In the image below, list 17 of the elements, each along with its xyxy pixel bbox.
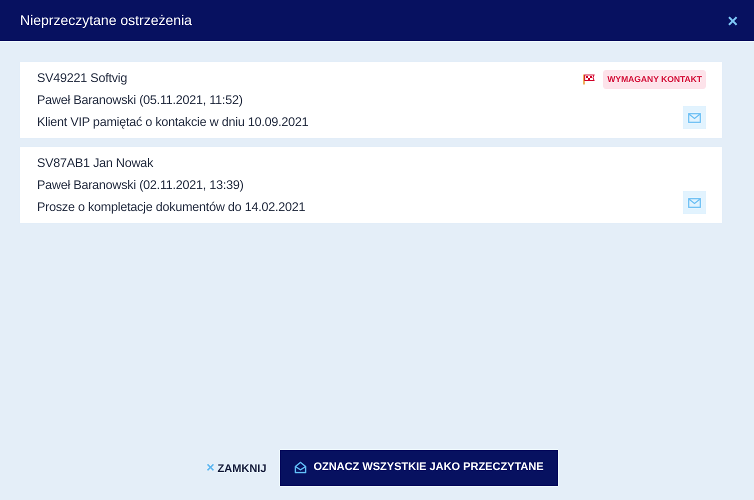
envelope-open-icon [294,461,308,474]
alert-title: SV49221 Softvig [37,70,128,87]
flag-icon [583,74,596,85]
alert-message: Prosze o kompletacje dokumentów do 14.02.2021 [37,199,306,216]
mail-button[interactable] [683,191,706,214]
mark-all-read-button[interactable]: OZNACZ WSZYSTKIE JAKO PRZECZYTANE [280,450,558,486]
alert-message: Klient VIP pamiętać o kontakcie w dniu 10.09.2021 [37,114,308,131]
window-title: Nieprzeczytane ostrzeżenia [20,11,192,30]
envelope-icon [688,112,701,122]
mail-button[interactable] [683,106,706,129]
close-button[interactable]: × [725,12,740,30]
alert-author: Paweł Baranowski (05.11.2021, 11:52) [37,92,244,109]
contact-required-tag: WYMAGANY KONTAKT [603,70,706,89]
close-button[interactable]: × ZAMKNIJ [196,449,276,486]
envelope-icon [688,198,701,208]
alert-title: SV87AB1 Jan Nowak [37,155,154,172]
alert-author: Paweł Baranowski (02.11.2021, 13:39) [37,177,245,194]
